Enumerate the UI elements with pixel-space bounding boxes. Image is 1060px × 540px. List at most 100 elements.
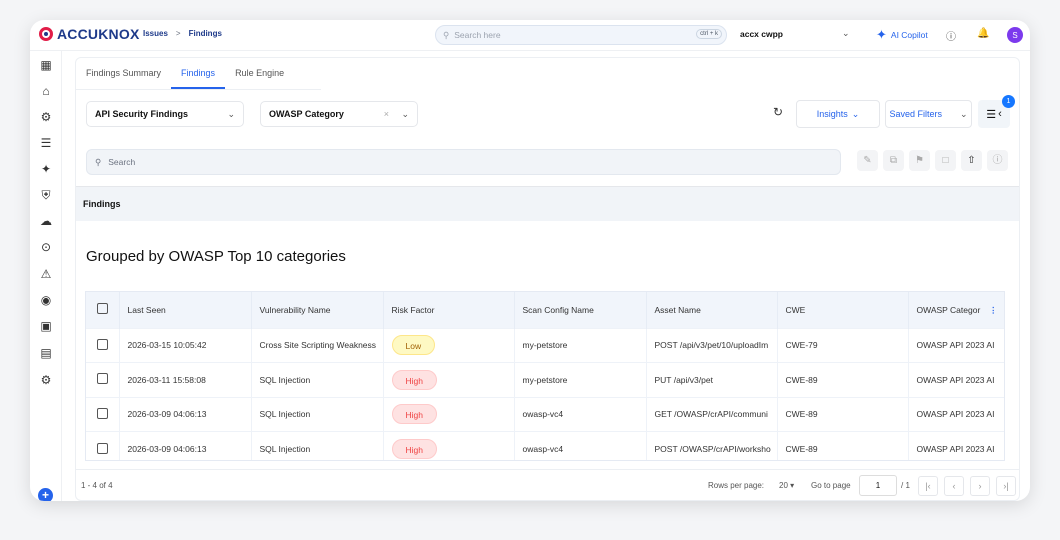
sparkles-icon: ✦ bbox=[876, 27, 887, 42]
global-search-input[interactable]: ⚲ Search here ctrl + k bbox=[435, 25, 727, 45]
first-page-icon[interactable]: |‹ bbox=[918, 476, 938, 496]
inventory-icon[interactable]: ⌂ bbox=[38, 83, 54, 99]
filter-count-badge: 1 bbox=[1002, 95, 1015, 108]
cell-vulnerability-name[interactable]: SQL Injection bbox=[251, 396, 384, 432]
signal-icon[interactable]: ⊙ bbox=[38, 239, 54, 255]
column-header-risk-factor[interactable]: Risk Factor bbox=[383, 292, 515, 328]
tag-icon[interactable]: ⚑ bbox=[909, 150, 930, 171]
refresh-icon[interactable]: ↻ bbox=[773, 105, 783, 119]
cell-cwe: CWE-79 bbox=[777, 327, 909, 363]
finding-type-value: API Security Findings bbox=[95, 109, 189, 119]
edit-icon[interactable]: ✎ bbox=[857, 150, 878, 171]
breadcrumb-issues[interactable]: Issues bbox=[143, 29, 168, 38]
ai-copilot-label: AI Copilot bbox=[890, 30, 928, 40]
cell-cwe: CWE-89 bbox=[777, 362, 909, 397]
add-icon[interactable]: + bbox=[38, 488, 53, 501]
search-placeholder: Search here bbox=[454, 30, 501, 40]
tab-findings-summary[interactable]: Findings Summary bbox=[76, 58, 171, 89]
search-icon: ⚲ bbox=[95, 156, 102, 167]
avatar[interactable]: S bbox=[1007, 27, 1023, 43]
dashboard-icon[interactable]: ▦ bbox=[38, 57, 54, 73]
caret-down-icon: ▾ bbox=[790, 481, 795, 490]
cloud-icon[interactable]: ☁ bbox=[38, 213, 54, 229]
finding-type-select[interactable]: API Security Findings ⌄ bbox=[86, 101, 244, 127]
shield-icon[interactable]: ⛨ bbox=[38, 187, 54, 203]
cell-scan-config: my-petstore bbox=[514, 327, 647, 363]
row-checkbox[interactable] bbox=[97, 442, 108, 454]
cell-vulnerability-name[interactable]: SQL Injection bbox=[251, 431, 384, 460]
clear-icon[interactable]: × bbox=[384, 109, 389, 119]
cell-asset-name: POST /api/v3/pet/10/uploadIm bbox=[646, 327, 778, 363]
breadcrumb-findings: Findings bbox=[188, 29, 222, 38]
column-header-scan-config-name[interactable]: Scan Config Name bbox=[514, 292, 647, 328]
report-icon[interactable]: ▤ bbox=[38, 345, 54, 361]
search-placeholder: Search bbox=[108, 157, 136, 167]
cell-last-seen: 2026-03-09 04:06:13 bbox=[119, 431, 252, 460]
sparkles-icon[interactable]: ✦ bbox=[38, 161, 54, 177]
table-row[interactable]: 2026-03-09 04:06:13 SQL Injection High o… bbox=[86, 396, 1004, 432]
saved-filters-button[interactable]: Saved Filters ⌄ bbox=[885, 100, 972, 128]
workspace-selector[interactable]: accx cwpp bbox=[740, 29, 783, 39]
column-header-vulnerability-name[interactable]: Vulnerability Name bbox=[251, 292, 384, 328]
cell-last-seen: 2026-03-09 04:06:13 bbox=[119, 396, 252, 432]
fingerprint-icon[interactable]: ◉ bbox=[38, 292, 54, 308]
group-by-value: OWASP Category bbox=[269, 109, 344, 119]
table-row[interactable]: 2026-03-15 10:05:42 Cross Site Scripting… bbox=[86, 327, 1004, 363]
last-page-icon[interactable]: ›| bbox=[996, 476, 1016, 496]
file-add-icon[interactable]: □ bbox=[935, 150, 956, 171]
chevron-left-icon: ‹ bbox=[998, 108, 1002, 120]
layers-icon[interactable]: ☰ bbox=[38, 135, 54, 151]
table-row[interactable]: 2026-03-11 15:58:08 SQL Injection High m… bbox=[86, 362, 1004, 397]
accuknox-logo[interactable]: ACCUKNOX bbox=[39, 26, 140, 42]
tab-findings[interactable]: Findings bbox=[171, 58, 226, 89]
bell-icon[interactable]: 🔔 bbox=[977, 28, 989, 39]
findings-search-input[interactable]: ⚲ Search bbox=[86, 149, 841, 175]
alert-icon[interactable]: ⚠ bbox=[38, 266, 54, 282]
table-header-row: Last Seen Vulnerability Name Risk Factor… bbox=[86, 292, 1004, 328]
cell-vulnerability-name[interactable]: Cross Site Scripting Weakness bbox=[251, 327, 384, 363]
cell-last-seen: 2026-03-11 15:58:08 bbox=[119, 362, 252, 397]
column-header-cwe[interactable]: CWE bbox=[777, 292, 909, 328]
select-all-checkbox[interactable] bbox=[97, 303, 108, 315]
bug-icon[interactable]: ⚙ bbox=[38, 109, 54, 125]
insights-button[interactable]: Insights ⌄ bbox=[796, 100, 880, 128]
next-page-icon[interactable]: › bbox=[970, 476, 990, 496]
cell-owasp-category: OWASP API 2023 AI bbox=[908, 396, 1004, 432]
saved-filters-label: Saved Filters bbox=[889, 109, 942, 119]
copy-add-icon[interactable]: ⧉ bbox=[883, 150, 904, 171]
rows-per-page-select[interactable]: 20 ▾ bbox=[779, 481, 794, 490]
help-icon[interactable]: ⓘ bbox=[946, 28, 956, 43]
chevron-down-icon[interactable]: ⌄ bbox=[842, 28, 850, 39]
chevron-down-icon: ⌄ bbox=[227, 108, 235, 119]
cell-scan-config: my-petstore bbox=[514, 362, 647, 397]
risk-badge: High bbox=[391, 439, 437, 459]
risk-badge: High bbox=[391, 404, 437, 425]
upload-icon[interactable]: ⇧ bbox=[961, 150, 982, 171]
prev-page-icon[interactable]: ‹ bbox=[944, 476, 964, 496]
findings-section-header: Findings bbox=[76, 186, 1019, 221]
cell-asset-name: PUT /api/v3/pet bbox=[646, 362, 778, 397]
row-checkbox[interactable] bbox=[97, 407, 108, 419]
group-by-select[interactable]: OWASP Category × ⌄ bbox=[260, 101, 418, 127]
table-row[interactable]: 2026-03-09 04:06:13 SQL Injection High o… bbox=[86, 431, 1004, 460]
ai-copilot-button[interactable]: ✦ AI Copilot bbox=[876, 27, 928, 43]
info-icon[interactable]: ⓘ bbox=[987, 150, 1008, 171]
column-menu-icon[interactable]: ⋮ bbox=[989, 305, 998, 316]
cell-vulnerability-name[interactable]: SQL Injection bbox=[251, 362, 384, 397]
page-input[interactable]: 1 bbox=[859, 475, 897, 496]
row-checkbox[interactable] bbox=[97, 338, 108, 350]
chevron-down-icon: ⌄ bbox=[851, 108, 860, 119]
gear-icon[interactable]: ⚙ bbox=[38, 372, 54, 388]
cell-scan-config: owasp-vc4 bbox=[514, 396, 647, 432]
column-header-last-seen[interactable]: Last Seen bbox=[119, 292, 252, 328]
app-window: ACCUKNOX Issues > Findings ⚲ Search here ctr… bbox=[30, 20, 1030, 501]
rows-per-page-label: Rows per page: bbox=[708, 481, 765, 490]
column-header-owasp-category[interactable]: OWASP Categor bbox=[917, 305, 981, 315]
tab-rule-engine[interactable]: Rule Engine bbox=[225, 58, 294, 89]
cell-owasp-category: OWASP API 2023 AI bbox=[908, 327, 1004, 363]
column-header-asset-name[interactable]: Asset Name bbox=[646, 292, 778, 328]
cell-cwe: CWE-89 bbox=[777, 431, 909, 460]
sliders-icon: ☰ bbox=[986, 108, 997, 121]
settings-box-icon[interactable]: ▣ bbox=[38, 318, 54, 334]
row-checkbox[interactable] bbox=[97, 373, 108, 385]
